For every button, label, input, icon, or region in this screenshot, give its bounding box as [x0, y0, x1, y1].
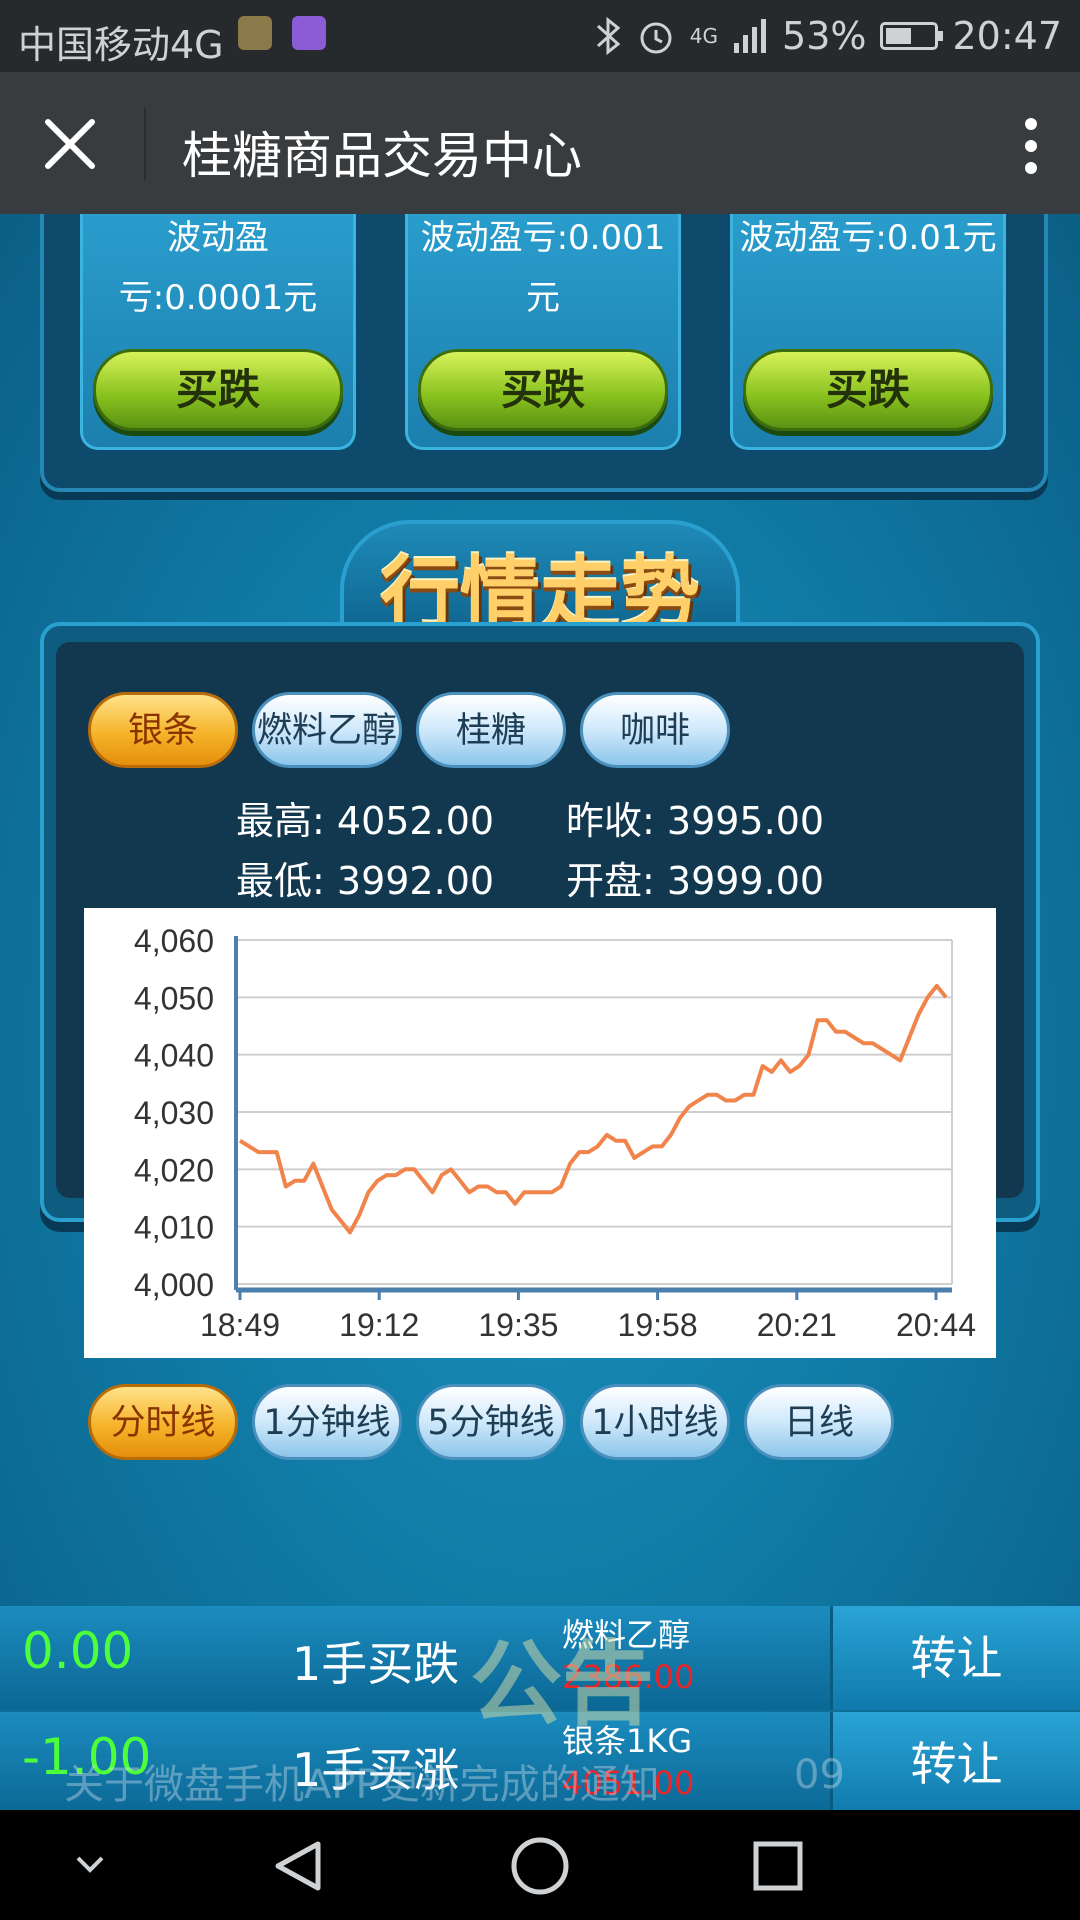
title-bar: 桂糖商品交易中心 — [0, 72, 1080, 214]
interval-1hour[interactable]: 1小时线 — [580, 1384, 730, 1460]
transfer-button[interactable]: 转让 — [830, 1606, 1080, 1710]
stat-low-value: 3992.00 — [336, 859, 495, 903]
x-tick-label: 19:58 — [618, 1307, 698, 1343]
product-desc: 波动盈亏:0.01元 — [739, 218, 997, 258]
carrier-label: 中国移动4G — [18, 23, 224, 67]
price-chart: 4,000 4,010 4,020 4,030 4,040 4,050 4,060 18:49… — [84, 908, 996, 1358]
stat-high-value: 4052.00 — [336, 799, 495, 843]
x-tick-label: 18:49 — [200, 1307, 280, 1343]
price-line — [238, 983, 948, 1235]
product-desc: 波动盈亏:0.0001元 — [118, 218, 318, 318]
stat-prev-label: 昨收: — [566, 799, 655, 843]
buy-down-button[interactable]: 买跌 — [93, 349, 343, 431]
product-card: 波动盈亏:0.0001元 买跌 — [80, 214, 356, 450]
buy-down-button[interactable]: 买跌 — [743, 349, 993, 431]
y-tick-label: 4,060 — [134, 923, 214, 959]
back-icon[interactable] — [270, 1838, 326, 1894]
product-card: 波动盈亏:0.001元 买跌 — [405, 214, 681, 450]
signal-icon — [734, 19, 767, 53]
stat-low-label: 最低: — [236, 859, 325, 903]
close-icon[interactable] — [40, 114, 100, 174]
product-panel: 波动盈亏:0.0001元 买跌 波动盈亏:0.001元 买跌 波动盈亏:0.01… — [40, 214, 1048, 492]
stat-low: 最低: 3992.00 — [236, 850, 494, 905]
x-tick-label: 20:21 — [757, 1307, 837, 1343]
y-tick-label: 4,050 — [134, 980, 214, 1016]
stat-open: 开盘: 3999.00 — [566, 850, 824, 905]
holding-profit: 0.00 — [22, 1622, 134, 1680]
interval-5min[interactable]: 5分钟线 — [416, 1384, 566, 1460]
notice-text[interactable]: 关于微盘手机APP更新完成的通知 — [64, 1752, 660, 1810]
stat-open-value: 3999.00 — [666, 859, 825, 903]
buy-down-button[interactable]: 买跌 — [418, 349, 668, 431]
battery-percent: 53% — [782, 14, 867, 58]
price-chart-svg: 4,000 4,010 4,020 4,030 4,040 4,050 4,060 18:49… — [134, 923, 976, 1343]
chevron-down-icon[interactable] — [72, 1848, 108, 1878]
status-right: 4G 53% 20:47 — [594, 14, 1062, 58]
tab-ethanol[interactable]: 燃料乙醇 — [252, 692, 402, 768]
y-tick-label: 4,010 — [134, 1210, 214, 1246]
notice-watermark: 公告 — [470, 1631, 655, 1738]
stat-prev-close: 昨收: 3995.00 — [566, 790, 824, 845]
transfer-button[interactable]: 转让 — [830, 1712, 1080, 1816]
tab-silver[interactable]: 银条 — [88, 692, 238, 768]
interval-daily[interactable]: 日线 — [744, 1384, 894, 1460]
battery-icon — [880, 22, 944, 50]
home-icon[interactable] — [510, 1836, 570, 1896]
product-card: 波动盈亏:0.01元 买跌 — [730, 214, 1006, 450]
clock: 20:47 — [952, 14, 1062, 58]
stat-high-label: 最高: — [236, 799, 325, 843]
tab-sugar[interactable]: 桂糖 — [416, 692, 566, 768]
x-tick-label: 20:44 — [896, 1307, 976, 1343]
bluetooth-icon — [596, 16, 621, 56]
y-tick-label: 4,030 — [134, 1095, 214, 1131]
title-separator — [144, 108, 146, 180]
stat-high: 最高: 4052.00 — [236, 790, 494, 845]
x-tick-label: 19:35 — [478, 1307, 558, 1343]
interval-timeshare[interactable]: 分时线 — [88, 1384, 238, 1460]
system-nav-bar — [0, 1810, 1080, 1920]
gallery-app-icon — [292, 16, 326, 50]
y-tick-label: 4,040 — [134, 1038, 214, 1074]
page-title: 桂糖商品交易中心 — [182, 127, 582, 185]
status-bar: 中国移动4G 4G 53% 20:47 — [0, 0, 1080, 72]
alarm-icon — [640, 22, 672, 54]
y-tick-label: 4,000 — [134, 1267, 214, 1303]
game-app-icon — [238, 16, 272, 50]
stat-open-label: 开盘: — [566, 859, 655, 903]
interval-1min[interactable]: 1分钟线 — [252, 1384, 402, 1460]
y-tick-label: 4,020 — [134, 1152, 214, 1188]
recent-apps-icon[interactable] — [752, 1840, 804, 1892]
notice-suffix: 09 — [794, 1752, 845, 1798]
more-menu-icon[interactable] — [1024, 116, 1038, 176]
network-type: 4G — [689, 24, 719, 48]
stat-prev-value: 3995.00 — [666, 799, 825, 843]
battery-level — [886, 28, 911, 44]
tab-coffee[interactable]: 咖啡 — [580, 692, 730, 768]
holding-action: 1手买跌 — [292, 1637, 460, 1691]
product-desc: 波动盈亏:0.001元 — [420, 218, 666, 318]
x-tick-label: 19:12 — [339, 1307, 419, 1343]
